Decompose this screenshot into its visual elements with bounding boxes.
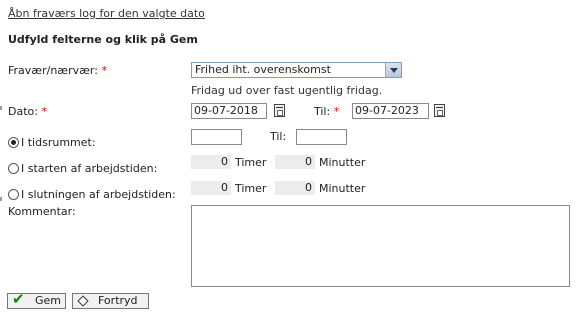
- period-to-label: Til:: [270, 130, 287, 143]
- calendar-icon[interactable]: [434, 104, 445, 117]
- radio-start[interactable]: [8, 163, 19, 174]
- end-hours-label: Timer: [235, 182, 267, 195]
- save-button[interactable]: ✔ Gem: [7, 290, 66, 309]
- required-mark: *: [41, 105, 47, 118]
- date-to-value: 09-07-2023: [355, 104, 419, 117]
- end-hours-input[interactable]: 0: [191, 181, 231, 195]
- absence-type-label-group: Fravær/nærvær: *: [8, 64, 107, 77]
- radio-end[interactable]: [8, 189, 19, 200]
- start-minutes-input[interactable]: 0: [275, 155, 315, 169]
- end-minutes-value: 0: [305, 181, 312, 194]
- start-minutes-label: Minutter: [319, 156, 366, 169]
- start-hours-label: Timer: [235, 156, 267, 169]
- required-mark: *: [333, 105, 340, 118]
- radio-end-label: I slutningen af arbejdstiden:: [21, 188, 176, 201]
- date-to-label: Til:: [314, 105, 331, 118]
- end-minutes-label: Minutter: [319, 182, 366, 195]
- required-mark: *: [101, 64, 107, 77]
- section-title: Udfyld felterne og klik på Gem: [8, 33, 198, 46]
- comment-label: Kommentar:: [8, 205, 76, 218]
- start-hours-input[interactable]: 0: [191, 155, 231, 169]
- calendar-icon[interactable]: [274, 104, 285, 117]
- left-edge-mark: [0, 197, 2, 201]
- start-minutes-value: 0: [305, 155, 312, 168]
- comment-textarea[interactable]: [191, 205, 570, 287]
- end-minutes-input[interactable]: 0: [275, 181, 315, 195]
- save-button-label: Gem: [35, 294, 62, 307]
- date-label-group: Dato: *: [8, 105, 47, 118]
- cancel-button-label: Fortryd: [98, 294, 138, 307]
- absence-type-hint: Fridag ud over fast ugentlig fridag.: [191, 84, 383, 97]
- period-from-input[interactable]: [191, 129, 242, 145]
- end-hours-value: 0: [221, 181, 228, 194]
- chevron-down-icon[interactable]: [385, 63, 401, 77]
- checkmark-icon: ✔: [12, 290, 25, 308]
- date-from-value: 09-07-2018: [194, 104, 258, 117]
- date-from-field[interactable]: 09-07-2018: [191, 103, 267, 119]
- left-edge-mark: [0, 106, 2, 110]
- start-hours-value: 0: [221, 155, 228, 168]
- radio-period[interactable]: [8, 137, 19, 148]
- diamond-icon: [77, 295, 89, 307]
- radio-start-label: I starten af arbejdstiden:: [21, 162, 158, 175]
- absence-type-select[interactable]: Frihed iht. overenskomst: [191, 62, 402, 78]
- date-to-label-group: Til: *: [314, 105, 339, 118]
- cancel-button[interactable]: Fortryd: [72, 293, 149, 309]
- absence-type-value: Frihed iht. overenskomst: [195, 63, 331, 76]
- absence-log-link[interactable]: Åbn fraværs log for den valgte dato: [8, 7, 205, 20]
- period-to-input[interactable]: [296, 129, 347, 145]
- date-label: Dato:: [8, 105, 38, 118]
- radio-period-label: I tidsrummet:: [21, 136, 96, 149]
- absence-type-label: Fravær/nærvær:: [8, 64, 98, 77]
- date-to-field[interactable]: 09-07-2023: [352, 103, 429, 119]
